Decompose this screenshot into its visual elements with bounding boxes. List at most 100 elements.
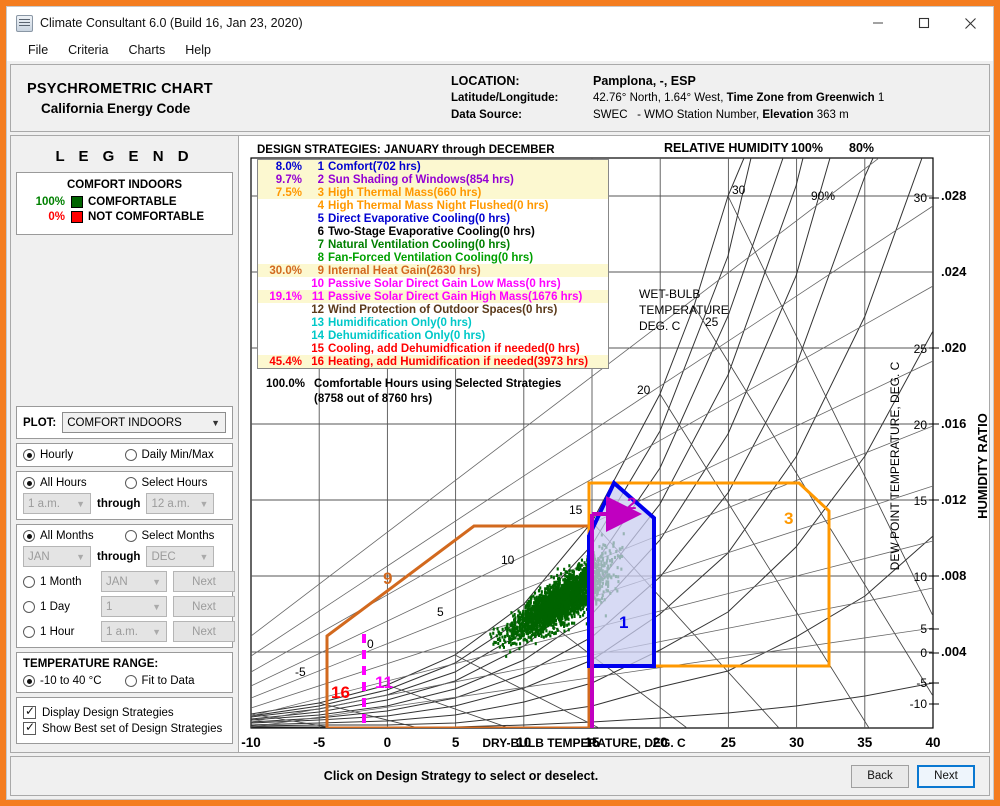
menu-charts[interactable]: Charts (119, 41, 174, 59)
rh-label-90: 90% (811, 189, 835, 203)
design-strategies-list[interactable]: 8.0% 1 Comfort(702 hrs) 9.7% 2 Sun Shading of… (257, 159, 609, 369)
radio-one-month-label: 1 Month (40, 575, 82, 588)
temperature-range-group: TEMPERATURE RANGE: -10 to 40 °C Fit to D… (16, 652, 233, 693)
svg-text:30: 30 (914, 191, 928, 205)
one-hour-select[interactable]: 1 a.m. ▼ (101, 621, 167, 642)
radio-hourly-dot (23, 449, 35, 461)
strategy-row-15[interactable]: 15 Cooling, add Dehumidfication if needed… (258, 342, 608, 355)
strategy-row-7[interactable]: 7 Natural Ventilation Cooling(0 hrs) (258, 238, 608, 251)
svg-text:.004: .004 (941, 644, 967, 659)
summary-line-2: (8758 out of 8760 hrs) (314, 393, 433, 405)
radio-daily-minmax[interactable]: Daily Min/Max (124, 449, 227, 461)
month-from-select[interactable]: JAN ▼ (23, 546, 91, 567)
one-day-next-button[interactable]: Next (173, 596, 235, 617)
strategy-row-8[interactable]: 8 Fan-Forced Ventilation Cooling(0 hrs) (258, 251, 608, 264)
one-month-next-button[interactable]: Next (173, 571, 235, 592)
one-hour-next-button[interactable]: Next (173, 621, 235, 642)
strategy-row-13[interactable]: 13 Humidification Only(0 hrs) (258, 316, 608, 329)
latlong-row: Latitude/Longitude: 42.76° North, 1.64° … (451, 90, 884, 107)
radio-all-hours-label: All Hours (40, 477, 87, 489)
next-button[interactable]: Next (917, 764, 975, 788)
close-icon[interactable] (947, 7, 993, 39)
radio-temp-fixed[interactable]: -10 to 40 °C (23, 675, 125, 687)
one-month-select[interactable]: JAN ▼ (101, 571, 167, 592)
strategy-label-7: Natural Ventilation Cooling(0 hrs) (328, 238, 511, 251)
svg-text:.008: .008 (941, 568, 966, 583)
svg-text:-10: -10 (910, 697, 928, 711)
strategy-row-14[interactable]: 14 Dehumidification Only(0 hrs) (258, 329, 608, 342)
hours-group: All Hours Select Hours 1 a.m. ▼ through … (16, 471, 233, 520)
strategy-row-9[interactable]: 30.0% 9 Internal Heat Gain(2630 hrs) (258, 264, 608, 277)
hour-from-select[interactable]: 1 a.m. ▼ (23, 493, 91, 514)
strategy-label-12: Wind Protection of Outdoor Spaces(0 hrs) (328, 303, 558, 316)
checkbox-display-strategies-label: Display Design Strategies (42, 706, 174, 719)
plot-select[interactable]: COMFORT INDOORS ▼ (62, 412, 226, 433)
radio-hourly[interactable]: Hourly (23, 449, 125, 461)
menu-criteria[interactable]: Criteria (59, 41, 117, 59)
strategy-row-16[interactable]: 45.4% 16 Heating, add Humidification if ne… (258, 355, 608, 368)
strategy-row-11[interactable]: 19.1% 11 Passive Solar Direct Gain High Ma… (258, 290, 608, 303)
zone-label-1: 1 (619, 613, 628, 632)
months-group: All Months Select Months JAN ▼ through D… (16, 524, 235, 648)
back-button[interactable]: Back (851, 764, 909, 788)
chevron-down-icon: ▼ (211, 417, 220, 428)
one-month-value: JAN (106, 575, 128, 588)
month-to-select[interactable]: DEC ▼ (146, 546, 215, 567)
menu-file[interactable]: File (19, 41, 57, 59)
datasource-text: SWEC (593, 109, 628, 122)
strategy-row-12[interactable]: 12 Wind Protection of Outdoor Spaces(0 hr… (258, 303, 608, 316)
strategy-number-13: 13 (311, 316, 324, 329)
svg-text:20: 20 (914, 418, 928, 432)
datasource-row: Data Source: SWEC - WMO Station Number, … (451, 107, 884, 124)
one-day-select[interactable]: 1 ▼ (101, 596, 167, 617)
svg-text:5: 5 (437, 605, 444, 619)
strategy-number-5: 5 (317, 212, 324, 225)
checkbox-display-strategies[interactable]: Display Design Strategies (23, 704, 226, 719)
radio-select-hours[interactable]: Select Hours (124, 477, 227, 489)
maximize-icon[interactable] (901, 7, 947, 39)
footer-message: Click on Design Strategy to select or de… (323, 769, 599, 783)
hour-to-select[interactable]: 12 a.m. ▼ (146, 493, 215, 514)
strategy-number-4: 4 (317, 199, 324, 212)
radio-one-month[interactable]: 1 Month (23, 575, 95, 588)
radio-hourly-label: Hourly (40, 449, 74, 461)
radio-one-day[interactable]: 1 Day (23, 600, 95, 613)
strategy-row-5[interactable]: 5 Direct Evaporative Cooling(0 hrs) (258, 212, 608, 225)
strategy-number-14: 14 (311, 329, 324, 342)
checkbox-show-best[interactable]: Show Best set of Design Strategies (23, 720, 226, 735)
psychrometric-chart[interactable]: 2 1 3 9 11 16 -5 0 5 10 15 20 25 30 WET-… (238, 135, 990, 753)
chevron-down-icon: ▼ (76, 498, 85, 509)
strategy-percent-11: 19.1% (269, 290, 302, 303)
strategy-percent-16: 45.4% (269, 355, 302, 368)
radio-one-hour[interactable]: 1 Hour (23, 625, 95, 638)
strategy-number-2: 2 (317, 173, 324, 186)
radio-select-hours-label: Select Hours (141, 477, 208, 489)
strategy-number-11: 11 (311, 290, 324, 303)
strategy-row-2[interactable]: 9.7% 2 Sun Shading of Windows(854 hrs) (258, 173, 608, 186)
strategy-row-10[interactable]: 10 Passive Solar Direct Gain Low Mass(0 h… (258, 277, 608, 290)
rh-labels: RELATIVE HUMIDITY 100% 80% (664, 141, 874, 155)
radio-temp-fixed-dot (23, 675, 35, 687)
radio-temp-fit[interactable]: Fit to Data (124, 675, 227, 687)
month-to-value: DEC (151, 550, 176, 563)
location-row: LOCATION: Pamplona, -, ESP (451, 72, 884, 90)
strategy-row-3[interactable]: 7.5% 3 High Thermal Mass(660 hrs) (258, 186, 608, 199)
menu-help[interactable]: Help (176, 41, 220, 59)
legend-swatch-not-comfortable (71, 211, 83, 223)
radio-all-months[interactable]: All Months (23, 530, 125, 542)
radio-all-months-label: All Months (40, 530, 94, 542)
radio-all-hours[interactable]: All Hours (23, 477, 125, 489)
legend-box: COMFORT INDOORS 100% COMFORTABLE 0% NOT … (16, 172, 233, 235)
strategy-row-4[interactable]: 4 High Thermal Mass Night Flushed(0 hrs) (258, 199, 608, 212)
svg-text:0: 0 (367, 637, 374, 651)
svg-text:-5: -5 (916, 676, 927, 690)
strategy-label-6: Two-Stage Evaporative Cooling(0 hrs) (328, 225, 535, 238)
strategy-row-6[interactable]: 6 Two-Stage Evaporative Cooling(0 hrs) (258, 225, 608, 238)
strategy-row-1[interactable]: 8.0% 1 Comfort(702 hrs) (258, 160, 608, 173)
display-options-group: Display Design Strategies Show Best set … (16, 697, 233, 744)
radio-select-months[interactable]: Select Months (124, 530, 227, 542)
header-titles: PSYCHROMETRIC CHART California Energy Co… (11, 81, 451, 116)
strategy-label-4: High Thermal Mass Night Flushed(0 hrs) (328, 199, 549, 212)
minimize-icon[interactable] (855, 7, 901, 39)
legend-label-not-comfortable: NOT COMFORTABLE (88, 211, 205, 223)
